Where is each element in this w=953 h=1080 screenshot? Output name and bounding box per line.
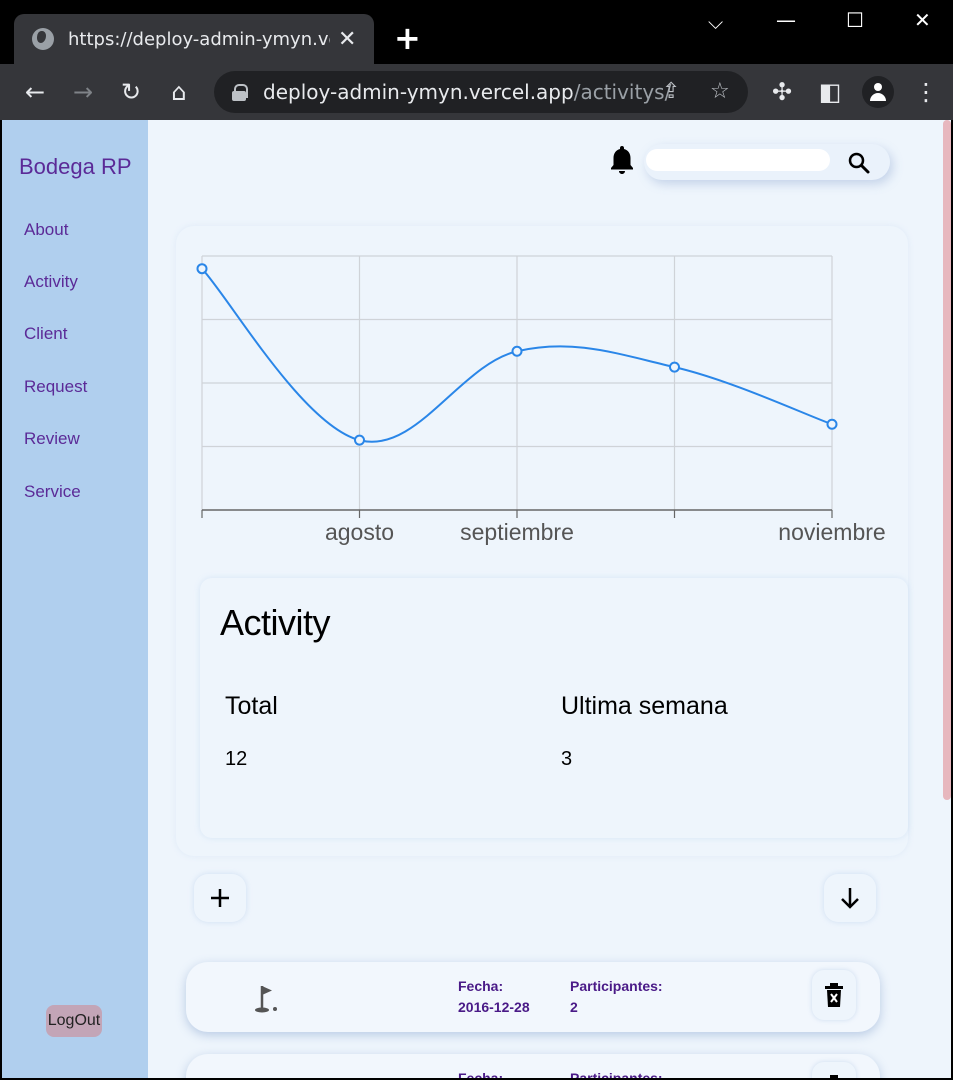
page: Bodega RP About Activity Client Request … [2,120,951,1078]
sidebar-item-review[interactable]: Review [24,429,80,449]
brand-title: Bodega RP [19,154,132,179]
data-point [354,434,365,446]
browser-tab[interactable]: https://deploy-admin-ymyn.vercel.app/act… [14,14,374,64]
person-icon [869,83,887,101]
logout-button[interactable]: LogOut [46,1005,102,1037]
fecha-value: 2016-12-28 [458,999,530,1015]
search-icon[interactable] [847,151,871,175]
profile-avatar[interactable] [862,76,894,108]
delete-button[interactable] [812,970,856,1020]
lock-icon [232,84,248,101]
scrollbar[interactable] [943,120,951,800]
plus-icon [211,889,229,907]
globe-icon [32,28,54,50]
browser-tab-strip: https://deploy-admin-ymyn.vercel.app/act… [0,0,953,64]
search-input[interactable] [646,149,830,171]
sidebar-item-service[interactable]: Service [24,482,81,502]
list-item[interactable]: Fecha: 2016-12-28 Participantes: 2 [186,962,880,1032]
data-point [826,418,838,430]
new-tab-button[interactable]: + [394,20,421,56]
activity-summary-card: Activity Total Ultima semana 12 3 [200,578,908,838]
total-label: Total [225,692,278,720]
share-icon[interactable]: ⇪ [662,79,680,104]
close-window-icon[interactable]: ✕ [914,8,931,32]
golf-flag-icon [255,986,277,1013]
browser-toolbar: ← → ↻ ⌂ deploy-admin-ymyn.vercel.app/act… [0,64,953,120]
bell-icon[interactable] [608,144,636,176]
sidebar-item-client[interactable]: Client [24,324,67,344]
maximize-icon[interactable]: ☐ [846,8,864,32]
participantes-value: 2 [570,999,578,1015]
delete-button[interactable] [812,1062,856,1078]
sidebar-item-about[interactable]: About [24,220,68,240]
golf-flag-icon [252,1074,280,1078]
sort-down-button[interactable] [824,874,876,922]
activity-title: Activity [220,602,331,643]
back-icon[interactable]: ← [21,78,49,106]
search-box [644,144,890,180]
data-point [669,361,680,373]
tab-title: https://deploy-admin-ymyn.vercel.app/act… [68,28,330,50]
address-bar[interactable]: deploy-admin-ymyn.vercel.app/activitys/ … [214,71,748,113]
x-tick-label: agosto [325,519,394,545]
x-tick-label: septiembre [460,519,574,545]
reload-icon[interactable]: ↻ [117,78,145,106]
participantes-label: Participantes: [570,1070,663,1078]
data-point [196,263,208,275]
last-week-label: Ultima semana [561,692,728,720]
sidebar: Bodega RP About Activity Client Request … [2,120,148,1078]
menu-kebab-icon[interactable]: ⋮ [912,78,940,106]
activity-line-chart: agosto septiembre noviembre [196,255,886,545]
participantes-label: Participantes: [570,978,663,994]
bookmark-star-icon[interactable]: ☆ [710,79,730,104]
sidebar-item-request[interactable]: Request [24,377,87,397]
minimize-icon[interactable]: — [776,8,796,32]
total-value: 12 [225,748,248,770]
tab-search-chevron-icon[interactable]: ⌵ [708,10,723,34]
add-activity-button[interactable] [194,874,246,922]
list-item[interactable]: Fecha: Participantes: [186,1054,880,1078]
home-icon[interactable]: ⌂ [165,78,193,106]
url-text: deploy-admin-ymyn.vercel.app/activitys/ [263,80,672,104]
sidebar-item-activity[interactable]: Activity [24,272,78,292]
x-tick-label: noviembre [778,519,885,545]
data-point [511,345,523,357]
trash-icon [825,983,843,1007]
extensions-icon[interactable]: ✣ [768,78,796,106]
last-week-value: 3 [561,748,573,770]
arrow-down-icon [841,888,859,909]
fecha-label: Fecha: [458,978,504,994]
fecha-label: Fecha: [458,1070,504,1078]
forward-icon[interactable]: → [69,78,97,106]
tab-close-icon[interactable]: ✕ [338,27,356,52]
trash-icon [830,1075,838,1078]
side-panel-icon[interactable]: ◧ [816,78,844,106]
